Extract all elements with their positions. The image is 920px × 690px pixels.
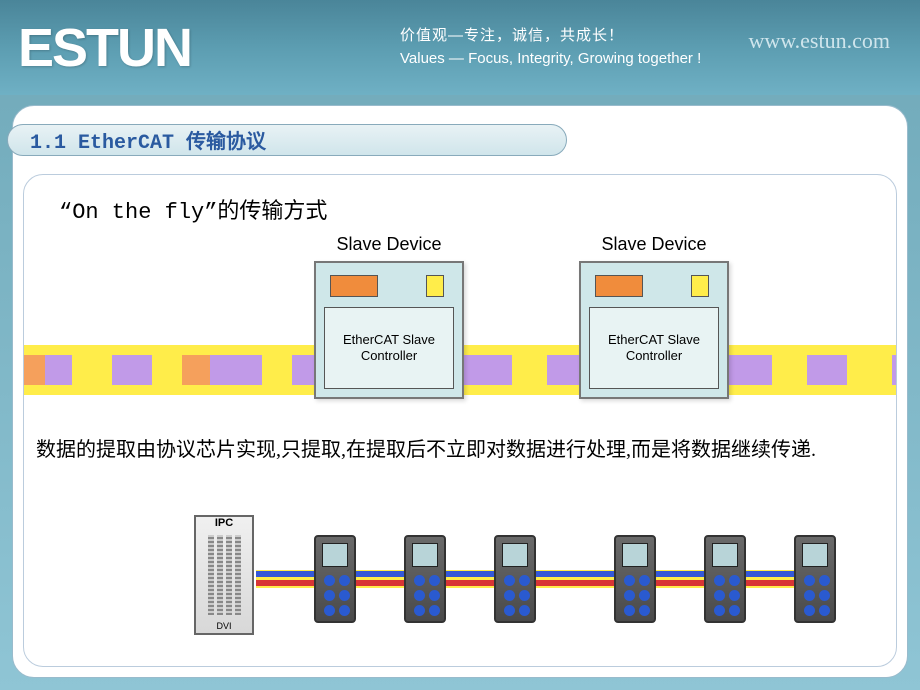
key-dot xyxy=(729,575,740,586)
node-device xyxy=(314,535,356,623)
key-dot xyxy=(804,590,815,601)
slave-chip-orange xyxy=(330,275,378,297)
frame-seg xyxy=(847,355,892,385)
slave-label: Slave Device xyxy=(579,230,729,259)
frame-seg xyxy=(152,355,182,385)
key-dot xyxy=(639,590,650,601)
key-dot xyxy=(729,590,740,601)
key-dot xyxy=(414,605,425,616)
ipc-port: DVI xyxy=(196,621,252,631)
key-dot xyxy=(519,605,530,616)
key-dot xyxy=(624,605,635,616)
key-dot xyxy=(804,605,815,616)
ipc-slot xyxy=(235,535,241,615)
key-dot xyxy=(339,590,350,601)
key-dot xyxy=(819,605,830,616)
brand-logo: ESTUN xyxy=(18,17,191,79)
key-dot xyxy=(414,590,425,601)
device-screen xyxy=(322,543,348,567)
tagline-en: Values — Focus, Integrity, Growing toget… xyxy=(400,48,701,71)
device-screen xyxy=(502,543,528,567)
key-dot xyxy=(504,590,515,601)
slide-header: ESTUN 价值观—专注，诚信，共成长！ Values — Focus, Int… xyxy=(0,0,920,95)
slave-device-1: Slave Device EtherCAT Slave Controller xyxy=(314,230,464,399)
key-dot xyxy=(624,575,635,586)
slave-box: EtherCAT Slave Controller xyxy=(314,261,464,399)
key-dot xyxy=(804,575,815,586)
frame-seg xyxy=(772,355,807,385)
node-device xyxy=(704,535,746,623)
slave-controller: EtherCAT Slave Controller xyxy=(589,307,719,389)
content-frame: “On the fly”的传输方式 Slave Device Ether xyxy=(23,174,897,667)
key-dot xyxy=(519,590,530,601)
slave-label: Slave Device xyxy=(314,230,464,259)
key-dot xyxy=(819,590,830,601)
key-dot xyxy=(639,575,650,586)
device-screen xyxy=(712,543,738,567)
device-keypad xyxy=(414,575,436,616)
description-text: 数据的提取由协议芯片实现,只提取,在提取后不立即对数据进行处理,而是将数据继续传… xyxy=(36,435,884,465)
ipc-label: IPC xyxy=(196,517,252,529)
ipc-slot xyxy=(217,535,223,615)
key-dot xyxy=(714,575,725,586)
frame-seg xyxy=(182,355,210,385)
key-dot xyxy=(639,605,650,616)
slave-chip-yellow xyxy=(691,275,709,297)
tagline-cn: 价值观—专注，诚信，共成长！ xyxy=(400,25,701,48)
ipc-master: IPC DVI xyxy=(194,515,254,635)
node-device xyxy=(404,535,446,623)
ipc-slot xyxy=(208,535,214,615)
slave-device-2: Slave Device EtherCAT Slave Controller xyxy=(579,230,729,399)
slave-box: EtherCAT Slave Controller xyxy=(579,261,729,399)
key-dot xyxy=(339,605,350,616)
tagline-block: 价值观—专注，诚信，共成长！ Values — Focus, Integrity… xyxy=(400,25,701,70)
device-keypad xyxy=(714,575,736,616)
key-dot xyxy=(714,605,725,616)
device-keypad xyxy=(504,575,526,616)
key-dot xyxy=(819,575,830,586)
node-device xyxy=(614,535,656,623)
ipc-slots xyxy=(202,535,246,615)
key-dot xyxy=(339,575,350,586)
key-dot xyxy=(519,575,530,586)
slave-chip-orange xyxy=(595,275,643,297)
key-dot xyxy=(624,590,635,601)
slide-body: 1.1 EtherCAT 传输协议 “On the fly”的传输方式 Slav… xyxy=(12,105,908,678)
key-dot xyxy=(414,575,425,586)
frame-seg xyxy=(512,355,547,385)
device-keypad xyxy=(804,575,826,616)
device-screen xyxy=(802,543,828,567)
device-keypad xyxy=(324,575,346,616)
key-dot xyxy=(324,575,335,586)
key-dot xyxy=(504,575,515,586)
website-url: www.estun.com xyxy=(748,28,890,54)
device-screen xyxy=(622,543,648,567)
key-dot xyxy=(714,590,725,601)
key-dot xyxy=(504,605,515,616)
ipc-slot xyxy=(226,535,232,615)
key-dot xyxy=(324,590,335,601)
key-dot xyxy=(429,590,440,601)
frame-seg xyxy=(72,355,112,385)
slave-chip-yellow xyxy=(426,275,444,297)
frame-seg xyxy=(262,355,292,385)
device-keypad xyxy=(624,575,646,616)
topology-row: IPC DVI xyxy=(194,515,856,635)
section-subtitle: “On the fly”的传输方式 xyxy=(59,193,327,225)
frame-seg xyxy=(23,355,45,385)
key-dot xyxy=(429,605,440,616)
node-device xyxy=(794,535,836,623)
section-title: 1.1 EtherCAT 传输协议 xyxy=(7,124,567,156)
key-dot xyxy=(729,605,740,616)
device-screen xyxy=(412,543,438,567)
key-dot xyxy=(324,605,335,616)
key-dot xyxy=(429,575,440,586)
slave-controller: EtherCAT Slave Controller xyxy=(324,307,454,389)
node-device xyxy=(494,535,536,623)
